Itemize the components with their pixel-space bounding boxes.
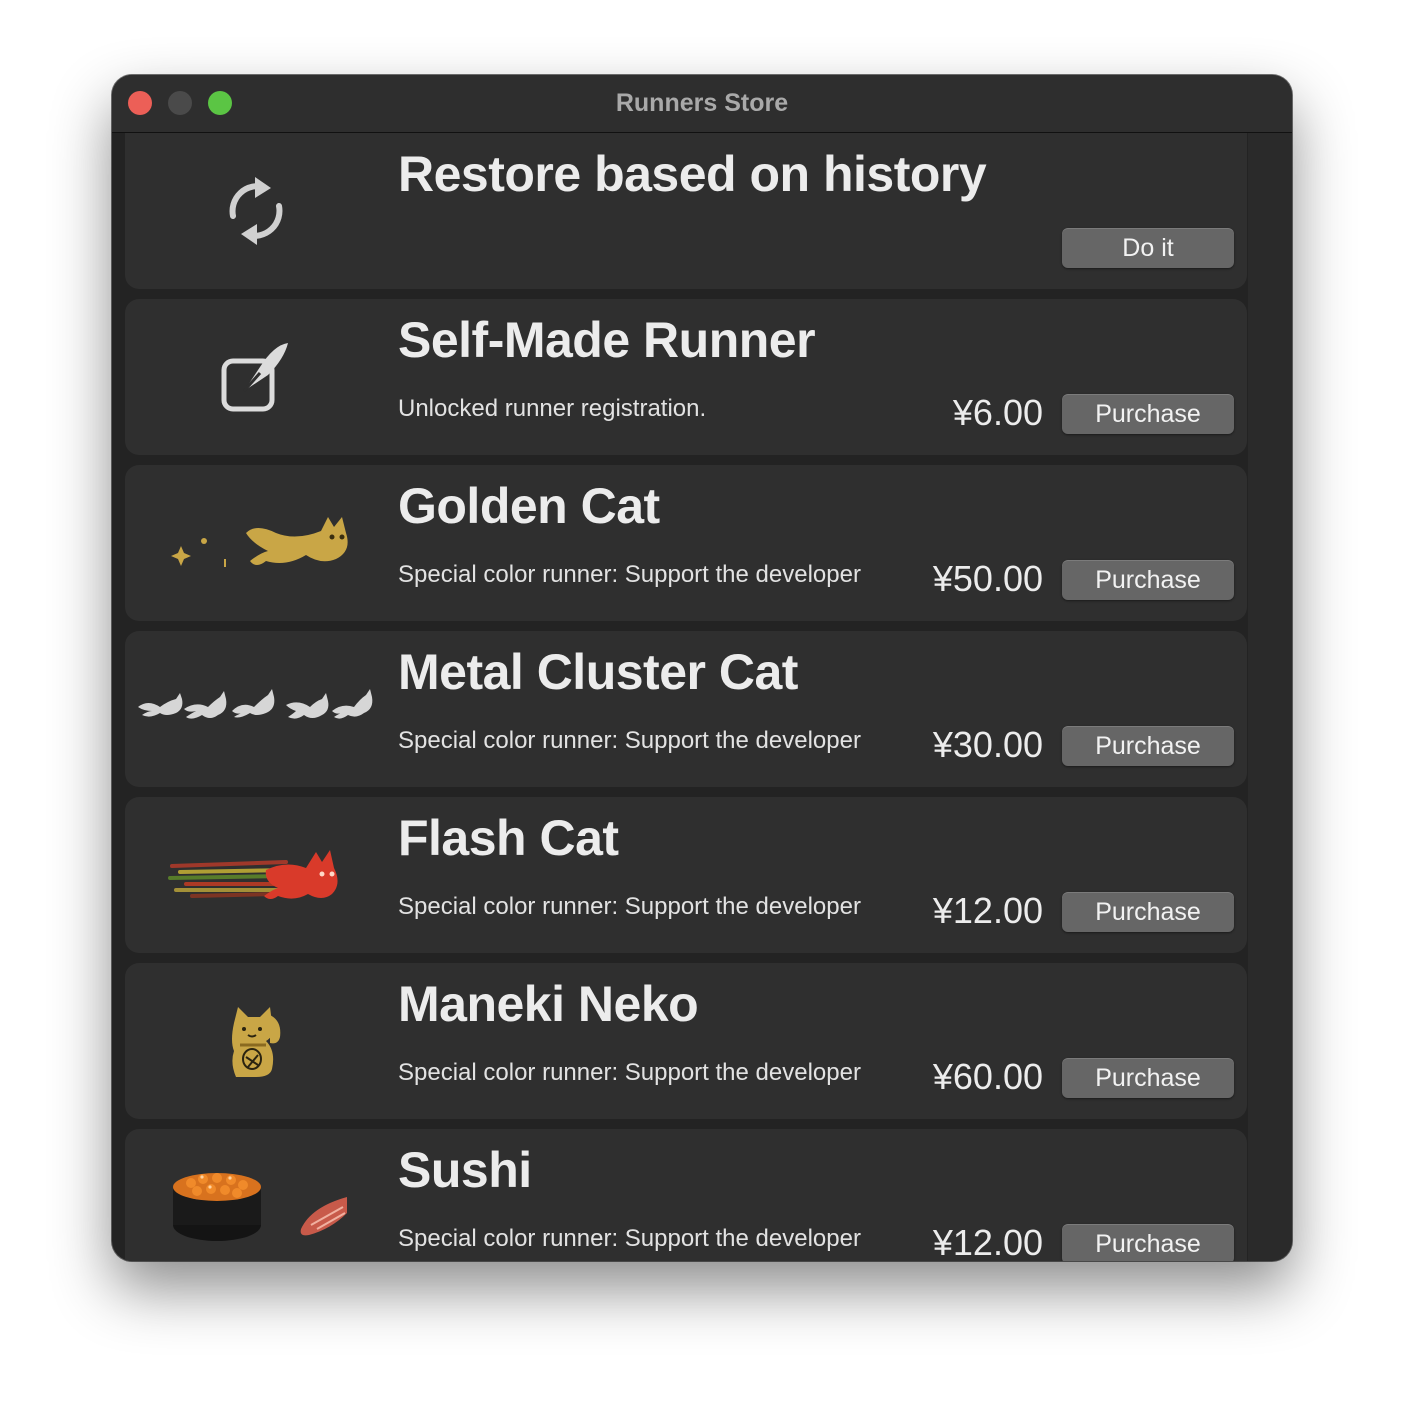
edit-icon — [125, 299, 387, 455]
purchase-button[interactable]: Purchase — [1062, 892, 1234, 932]
item-description: Unlocked runner registration. — [398, 395, 707, 422]
item-price: ¥6.00 — [952, 392, 1043, 433]
flash-cat-icon — [125, 797, 387, 953]
store-item-metal-cluster-cat: Metal Cluster Cat Special color runner: … — [125, 631, 1247, 787]
store-item-flash-cat: Flash Cat Special color runner: Support … — [125, 797, 1247, 953]
item-price: ¥30.00 — [932, 724, 1043, 765]
store-item-golden-cat: Golden Cat Special color runner: Support… — [125, 465, 1247, 621]
item-description: Special color runner: Support the develo… — [398, 1059, 861, 1086]
item-price: ¥12.00 — [932, 890, 1043, 931]
item-description: Special color runner: Support the develo… — [398, 561, 861, 588]
item-title: Sushi — [398, 1142, 532, 1198]
store-item-sushi: Sushi Special color runner: Support the … — [125, 1129, 1247, 1261]
item-title: Maneki Neko — [398, 976, 699, 1032]
purchase-button[interactable]: Purchase — [1062, 394, 1234, 434]
item-price: ¥60.00 — [932, 1056, 1043, 1097]
item-title: Golden Cat — [398, 478, 660, 534]
item-description: Special color runner: Support the develo… — [398, 727, 861, 754]
item-title: Restore based on history — [398, 146, 987, 202]
scrollbar-track[interactable] — [1248, 133, 1292, 1261]
item-description: Special color runner: Support the develo… — [398, 893, 861, 920]
metal-cluster-cat-icon — [125, 631, 387, 787]
item-price: ¥50.00 — [932, 558, 1043, 599]
store-list-scroll-area[interactable]: Restore based on history Do it Self-Made… — [112, 133, 1292, 1261]
purchase-button[interactable]: Purchase — [1062, 1224, 1234, 1261]
store-item-self-made-runner: Self-Made Runner Unlocked runner registr… — [125, 299, 1247, 455]
item-title: Metal Cluster Cat — [398, 644, 798, 700]
maneki-neko-icon — [125, 963, 387, 1119]
item-price: ¥12.00 — [932, 1222, 1043, 1261]
golden-cat-icon — [125, 465, 387, 621]
store-item-list: Restore based on history Do it Self-Made… — [125, 133, 1247, 1261]
do-it-button[interactable]: Do it — [1062, 228, 1234, 268]
item-description: Special color runner: Support the develo… — [398, 1225, 861, 1252]
item-title: Self-Made Runner — [398, 312, 816, 368]
purchase-button[interactable]: Purchase — [1062, 560, 1234, 600]
item-title: Flash Cat — [398, 810, 619, 866]
refresh-icon — [125, 133, 387, 289]
title-bar: Runners Store — [112, 75, 1292, 133]
window-title: Runners Store — [615, 89, 789, 117]
store-item-maneki-neko: Maneki Neko Special color runner: Suppor… — [125, 963, 1247, 1119]
purchase-button[interactable]: Purchase — [1062, 726, 1234, 766]
purchase-button[interactable]: Purchase — [1062, 1058, 1234, 1098]
sushi-icon — [125, 1129, 387, 1261]
store-item-restore: Restore based on history Do it — [125, 133, 1247, 289]
store-window: Runners Store Restore based on history D… — [112, 75, 1292, 1261]
